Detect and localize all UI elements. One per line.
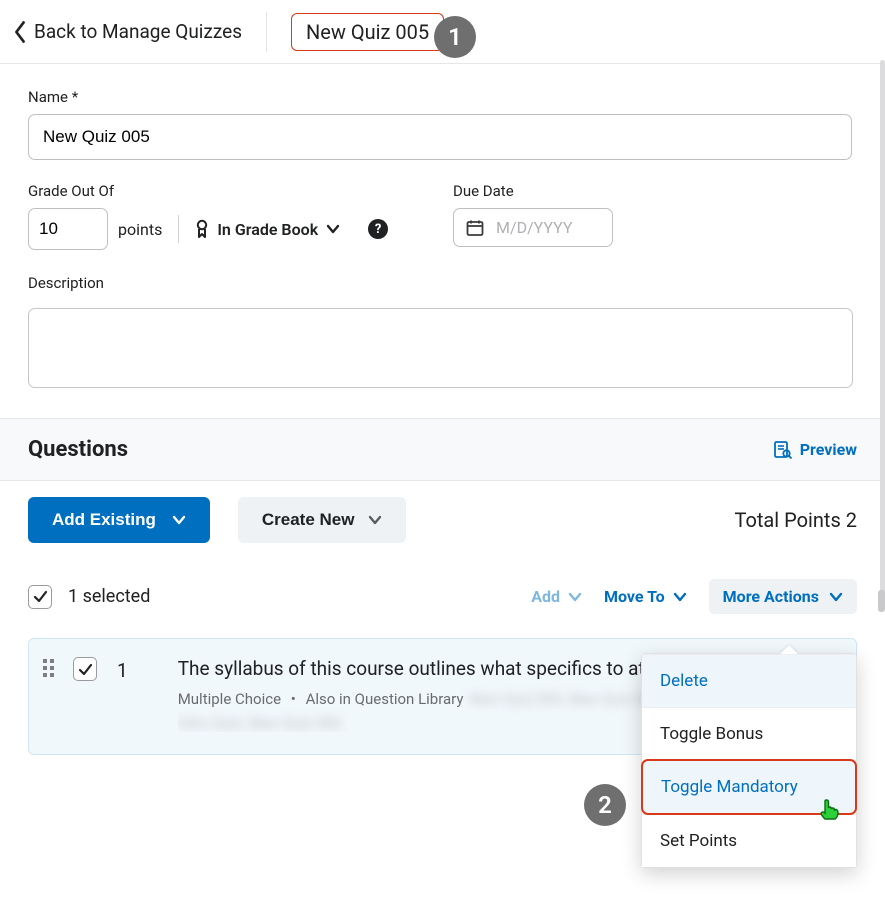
quiz-title-highlight: New Quiz 005 xyxy=(291,13,444,51)
chevron-down-icon xyxy=(368,513,382,527)
drag-handle-icon[interactable] xyxy=(43,659,57,677)
description-textarea[interactable] xyxy=(28,308,853,388)
selected-count: 1 selected xyxy=(68,586,150,607)
cursor-pointer-icon xyxy=(819,799,841,823)
menu-item-delete[interactable]: Delete xyxy=(642,654,856,707)
scrollbar-track[interactable] xyxy=(880,60,885,600)
due-placeholder: M/D/YYYY xyxy=(496,218,573,237)
gradebook-label: In Grade Book xyxy=(217,220,318,239)
gradebook-dropdown[interactable]: In Grade Book xyxy=(195,219,340,239)
back-label: Back to Manage Quizzes xyxy=(34,20,242,43)
scrollbar-handle[interactable] xyxy=(878,590,885,612)
more-actions-menu: Delete Toggle Bonus Toggle Mandatory Set… xyxy=(641,653,857,868)
more-actions-dropdown[interactable]: More Actions xyxy=(709,579,857,614)
divider xyxy=(178,215,179,243)
add-existing-label: Add Existing xyxy=(52,510,156,530)
grade-label: Grade Out Of xyxy=(28,182,408,200)
questions-heading: Questions xyxy=(28,437,128,462)
questions-header: Questions Preview xyxy=(0,418,885,481)
question-number: 1 xyxy=(117,659,128,682)
create-new-label: Create New xyxy=(262,510,355,530)
due-date-input[interactable]: M/D/YYYY xyxy=(453,208,613,247)
selection-bar: 1 selected Add Move To More Actions xyxy=(0,571,885,630)
chevron-down-icon xyxy=(673,590,687,604)
description-label: Description xyxy=(28,274,857,292)
select-all-checkbox[interactable] xyxy=(28,585,52,609)
add-existing-button[interactable]: Add Existing xyxy=(28,497,210,543)
divider xyxy=(266,12,267,52)
menu-item-toggle-bonus[interactable]: Toggle Bonus xyxy=(642,707,856,760)
add-dropdown[interactable]: Add xyxy=(531,587,582,606)
grade-points-input[interactable] xyxy=(28,208,108,250)
back-link[interactable]: Back to Manage Quizzes xyxy=(14,20,242,43)
total-points: Total Points 2 xyxy=(734,508,857,532)
callout-badge-1: 1 xyxy=(434,16,476,58)
question-checkbox[interactable] xyxy=(73,657,97,681)
due-label: Due Date xyxy=(453,182,613,200)
preview-icon xyxy=(774,441,792,459)
quiz-form: Name * Grade Out Of points In Grade Book… xyxy=(0,64,885,400)
dropdown-arrow-icon xyxy=(780,645,798,654)
chevron-down-icon xyxy=(829,590,843,604)
preview-label: Preview xyxy=(800,440,857,459)
move-to-dropdown[interactable]: Move To xyxy=(604,587,687,606)
question-actions-row: Add Existing Create New Total Points 2 xyxy=(0,481,885,571)
ribbon-icon xyxy=(195,219,209,239)
callout-badge-2: 2 xyxy=(584,784,626,826)
create-new-button[interactable]: Create New xyxy=(238,497,407,543)
preview-link[interactable]: Preview xyxy=(774,440,857,459)
menu-item-toggle-mandatory[interactable]: Toggle Mandatory xyxy=(641,759,857,815)
points-word: points xyxy=(118,220,162,239)
chevron-down-icon xyxy=(172,513,186,527)
chevron-down-icon xyxy=(568,590,582,604)
calendar-icon xyxy=(466,219,484,237)
name-input[interactable] xyxy=(28,114,852,160)
chevron-down-icon xyxy=(326,222,340,236)
help-icon[interactable]: ? xyxy=(368,219,388,239)
name-label: Name * xyxy=(28,88,857,106)
chevron-left-icon xyxy=(14,21,26,43)
